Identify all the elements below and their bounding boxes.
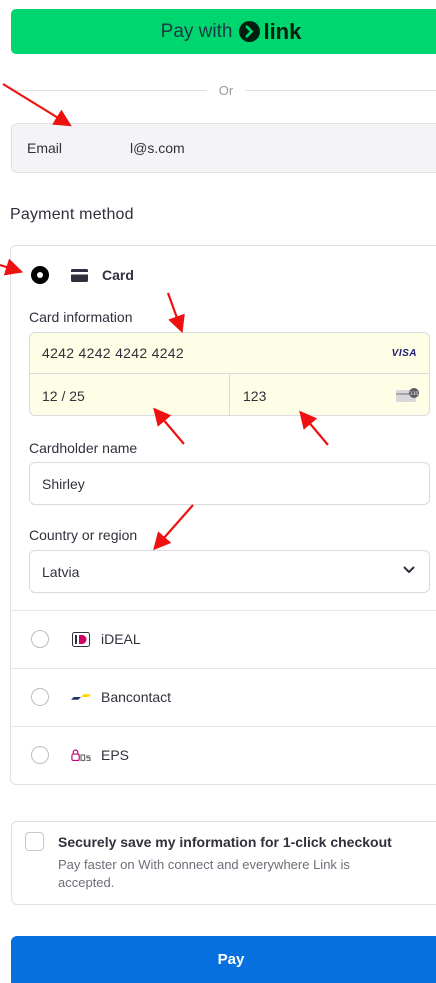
eps-label: EPS [101, 747, 130, 763]
card-label: Card [102, 267, 134, 283]
cvc-icon-text: 135 [410, 391, 419, 397]
bancontact-label: Bancontact [101, 689, 172, 705]
pay-with-link-button[interactable]: Pay with link [11, 9, 436, 54]
cvc-card-icon: 135 [396, 388, 419, 402]
eps-radio[interactable] [31, 746, 49, 764]
or-text: Or [218, 82, 234, 98]
bancontact-icon [71, 689, 91, 705]
card-number-value: 4242 4242 4242 4242 [42, 345, 184, 361]
link-logo: link [239, 19, 301, 45]
pay-with-label: Pay with [160, 20, 233, 42]
save-info-checkbox[interactable] [25, 832, 44, 851]
link-brand-text: link [263, 18, 302, 44]
email-value: l@s.com [130, 140, 185, 156]
divider-line-right [245, 89, 436, 91]
save-info-panel: Securely save my information for 1-click… [11, 821, 436, 905]
payment-method-title: Payment method [10, 206, 134, 223]
card-information-label: Card information [29, 309, 133, 325]
pay-button-label: Pay [217, 950, 245, 968]
credit-card-icon [71, 268, 88, 282]
divider [11, 726, 436, 727]
cvc-input[interactable]: 123 135 [230, 374, 429, 415]
ideal-icon [71, 631, 91, 647]
link-chevron-icon [239, 21, 261, 42]
card-radio[interactable] [31, 266, 49, 284]
visa-icon: VISA [391, 347, 417, 359]
chevron-down-icon [403, 566, 415, 573]
card-information-group: 4242 4242 4242 4242 VISA 12 / 25 123 135 [29, 332, 430, 416]
ideal-label: iDEAL [101, 631, 141, 647]
or-divider: Or [11, 80, 436, 100]
ideal-radio[interactable] [31, 630, 49, 648]
email-field[interactable]: Email l@s.com [11, 123, 436, 173]
pay-button[interactable]: Pay [11, 936, 436, 983]
email-label: Email [27, 140, 63, 156]
expiry-value: 12 / 25 [42, 387, 85, 404]
method-option-bancontact[interactable]: Bancontact [31, 688, 171, 706]
cardholder-name-input[interactable]: Shirley [29, 462, 430, 505]
method-option-eps[interactable]: EPS [31, 746, 129, 764]
card-option[interactable]: Card [31, 266, 134, 284]
divider-line-left [11, 89, 207, 91]
country-value: Latvia [42, 563, 80, 580]
card-number-input[interactable]: 4242 4242 4242 4242 VISA [30, 333, 429, 374]
country-label: Country or region [29, 527, 138, 543]
bancontact-radio[interactable] [31, 688, 49, 706]
expiry-input[interactable]: 12 / 25 [30, 374, 230, 415]
cardholder-name-value: Shirley [42, 475, 85, 492]
method-option-ideal[interactable]: iDEAL [31, 630, 141, 648]
save-info-description: Pay faster on With connect and everywher… [58, 857, 350, 890]
divider [11, 610, 436, 611]
payment-method-panel: Card Card information 4242 4242 4242 424… [10, 245, 436, 785]
divider [11, 668, 436, 669]
cardholder-name-label: Cardholder name [29, 440, 138, 456]
country-select[interactable]: Latvia [29, 550, 430, 593]
cvc-value: 123 [243, 387, 267, 404]
eps-icon [71, 747, 91, 763]
save-info-title: Securely save my information for 1-click… [58, 834, 392, 850]
